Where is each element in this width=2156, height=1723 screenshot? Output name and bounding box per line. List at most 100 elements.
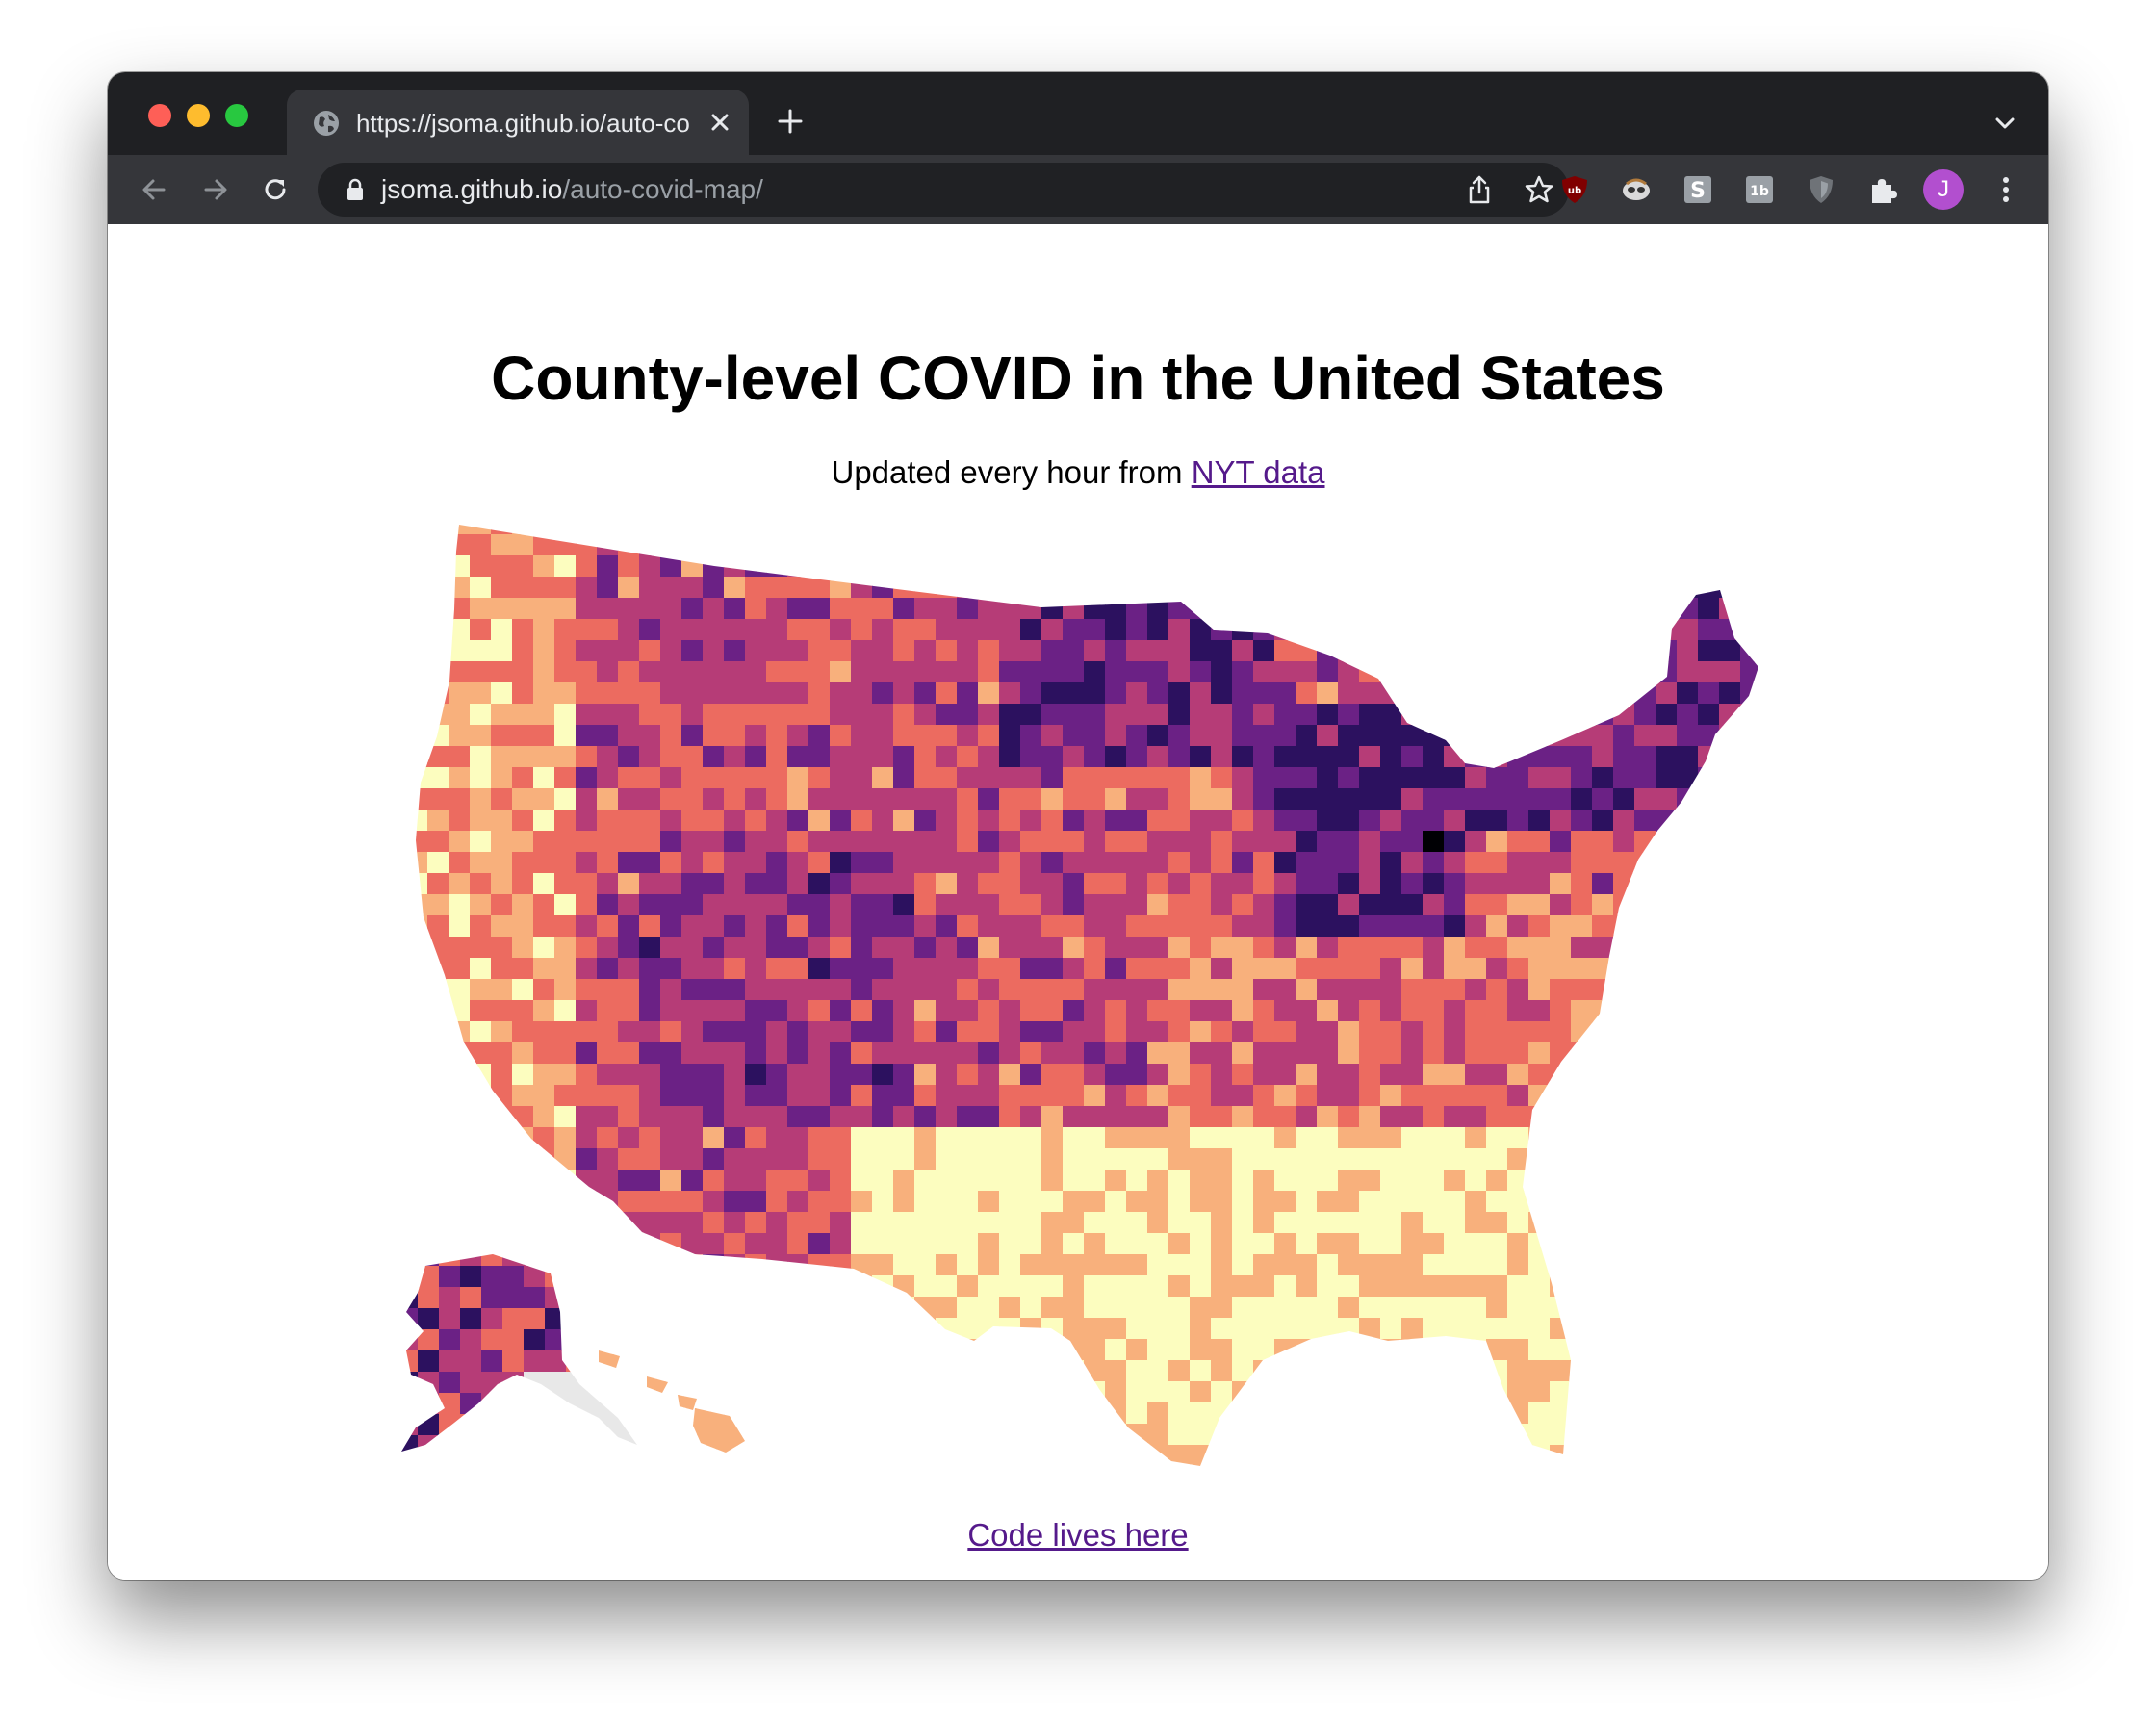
1b-extension-icon[interactable]: 1b [1744, 174, 1775, 205]
county-cell [1528, 1021, 1551, 1043]
county-cell [830, 746, 852, 768]
county-cell [1168, 682, 1191, 705]
profile-avatar[interactable]: J [1923, 169, 1964, 210]
reload-icon[interactable] [258, 172, 293, 207]
county-cell [639, 619, 661, 641]
county-cell [851, 1424, 873, 1446]
county-cell [1719, 534, 1741, 556]
county-cell [1444, 1297, 1466, 1319]
county-cell [808, 1318, 831, 1340]
county-cell [914, 1212, 937, 1234]
county-cell [1613, 958, 1635, 980]
county-cell [1740, 1021, 1758, 1043]
tampermonkey-icon[interactable] [1621, 174, 1652, 205]
county-cell [533, 1064, 555, 1086]
county-cell [1380, 852, 1402, 874]
active-tab[interactable]: https://jsoma.github.io/auto-co [287, 90, 749, 155]
county-cell [1338, 1064, 1360, 1086]
shield-extension-icon[interactable] [1806, 174, 1836, 205]
county-cell [1613, 1445, 1635, 1466]
county-cell [914, 1170, 937, 1192]
county-cell [1063, 1064, 1085, 1086]
county-cell [1486, 577, 1508, 599]
county-cell [524, 1372, 546, 1394]
county-cell [554, 1064, 577, 1086]
county-cell [1698, 788, 1720, 810]
county-cell [1084, 894, 1106, 916]
code-lives-here-link[interactable]: Code lives here [967, 1517, 1188, 1553]
county-cell [1232, 1064, 1254, 1086]
address-bar[interactable]: jsoma.github.io/auto-covid-map/ [318, 163, 1569, 217]
ublock-origin-icon[interactable]: ub [1559, 174, 1590, 205]
county-cell [830, 1064, 852, 1086]
close-window-button[interactable] [148, 104, 171, 127]
county-cell [978, 682, 1000, 705]
county-cell [1740, 1318, 1758, 1340]
county-cell [416, 1064, 428, 1086]
county-cell [703, 1360, 725, 1382]
county-cell [608, 1329, 630, 1351]
county-cell [554, 873, 577, 895]
county-cell [554, 979, 577, 1001]
county-cell [554, 1275, 577, 1298]
county-cell [524, 1435, 546, 1452]
county-cell [1613, 873, 1635, 895]
county-cell [1190, 1254, 1212, 1276]
county-cell [1401, 1000, 1424, 1022]
county-cell [660, 1064, 682, 1086]
maximize-window-button[interactable] [225, 104, 248, 127]
county-cell [787, 1297, 809, 1319]
back-arrow-icon[interactable] [137, 172, 171, 207]
county-cell [1761, 619, 1784, 641]
puzzle-extensions-icon[interactable] [1867, 174, 1898, 205]
county-cell [439, 1287, 461, 1309]
county-cell [893, 1318, 915, 1340]
county-cell [710, 1354, 725, 1369]
county-cell [1465, 1042, 1487, 1065]
plus-icon[interactable] [774, 105, 807, 138]
county-cell [416, 894, 428, 916]
county-cell [1063, 937, 1085, 959]
county-cell [1041, 1064, 1064, 1086]
county-cell [1444, 619, 1466, 641]
county-cell [1592, 1318, 1614, 1340]
county-cell [1380, 1212, 1402, 1234]
lock-icon[interactable] [345, 177, 366, 202]
county-cell [1232, 1127, 1254, 1149]
county-cell [1211, 1254, 1233, 1276]
chevron-down-icon[interactable] [1990, 109, 2019, 138]
county-cell [787, 1042, 809, 1065]
county-cell [787, 619, 809, 641]
more-menu-icon[interactable] [1989, 172, 2023, 207]
county-cell [502, 1329, 525, 1351]
county-cell [1550, 831, 1572, 853]
county-cell [1571, 1275, 1593, 1298]
county-cell [978, 746, 1000, 768]
county-cell [872, 1275, 894, 1298]
star-icon[interactable] [1523, 173, 1555, 206]
county-cell [639, 1402, 661, 1425]
county-cell [957, 1000, 979, 1022]
county-cell [1740, 979, 1758, 1001]
minimize-window-button[interactable] [187, 104, 210, 127]
county-cell [481, 1372, 503, 1394]
s-extension-icon[interactable]: S [1682, 174, 1713, 205]
county-cell [416, 767, 428, 789]
county-cell [618, 915, 640, 938]
county-cell [1147, 788, 1169, 810]
county-cell [1126, 1106, 1148, 1128]
county-cell [616, 1354, 630, 1369]
close-icon[interactable] [706, 109, 733, 136]
county-cell [1338, 1297, 1360, 1319]
county-cell [1147, 831, 1169, 853]
forward-arrow-icon[interactable] [198, 172, 233, 207]
county-cell [893, 1042, 915, 1065]
county-cell [893, 682, 915, 705]
county-cell [587, 1266, 609, 1288]
county-cell [1761, 555, 1784, 578]
share-icon[interactable] [1463, 173, 1496, 206]
county-cell [830, 598, 852, 620]
nyt-data-link[interactable]: NYT data [1192, 454, 1325, 490]
url-text[interactable]: jsoma.github.io/auto-covid-map/ [381, 174, 763, 205]
county-cell [703, 1064, 725, 1086]
